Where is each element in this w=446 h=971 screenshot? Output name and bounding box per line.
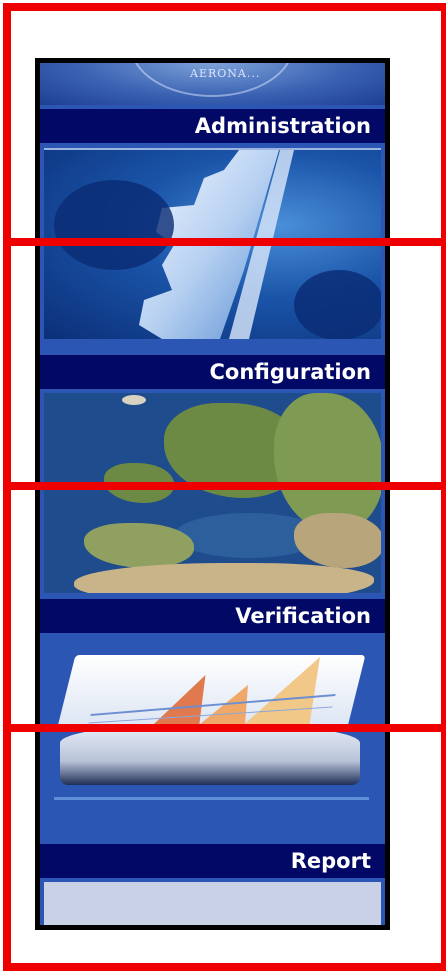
section-header-administration[interactable]: Administration: [40, 109, 385, 143]
nav-panel: AERONA... Administration Configuration V…: [35, 58, 390, 930]
highlight-divider: [3, 724, 446, 732]
book-shape: [60, 725, 360, 785]
map-desert: [74, 563, 374, 593]
map-landmass: [274, 393, 381, 533]
section-header-configuration[interactable]: Configuration: [40, 355, 385, 389]
gear-shadow: [294, 270, 381, 339]
section-header-verification[interactable]: Verification: [40, 599, 385, 633]
map-landmass: [84, 523, 194, 568]
logo-banner: AERONA...: [40, 63, 385, 105]
divider: [54, 797, 369, 800]
logo-text: AERONA...: [190, 67, 261, 80]
map-landmass: [294, 513, 381, 568]
configuration-tile[interactable]: [44, 393, 381, 593]
map-icon: [122, 395, 146, 405]
chart-paper: [56, 655, 366, 731]
highlight-divider: [3, 238, 446, 246]
nav-panel-inner: AERONA... Administration Configuration V…: [40, 63, 385, 925]
section-header-report[interactable]: Report: [40, 844, 385, 878]
highlight-divider: [3, 482, 446, 490]
chart-icon: [88, 657, 336, 731]
gear-shadow: [54, 180, 174, 270]
report-tile[interactable]: [44, 882, 381, 925]
